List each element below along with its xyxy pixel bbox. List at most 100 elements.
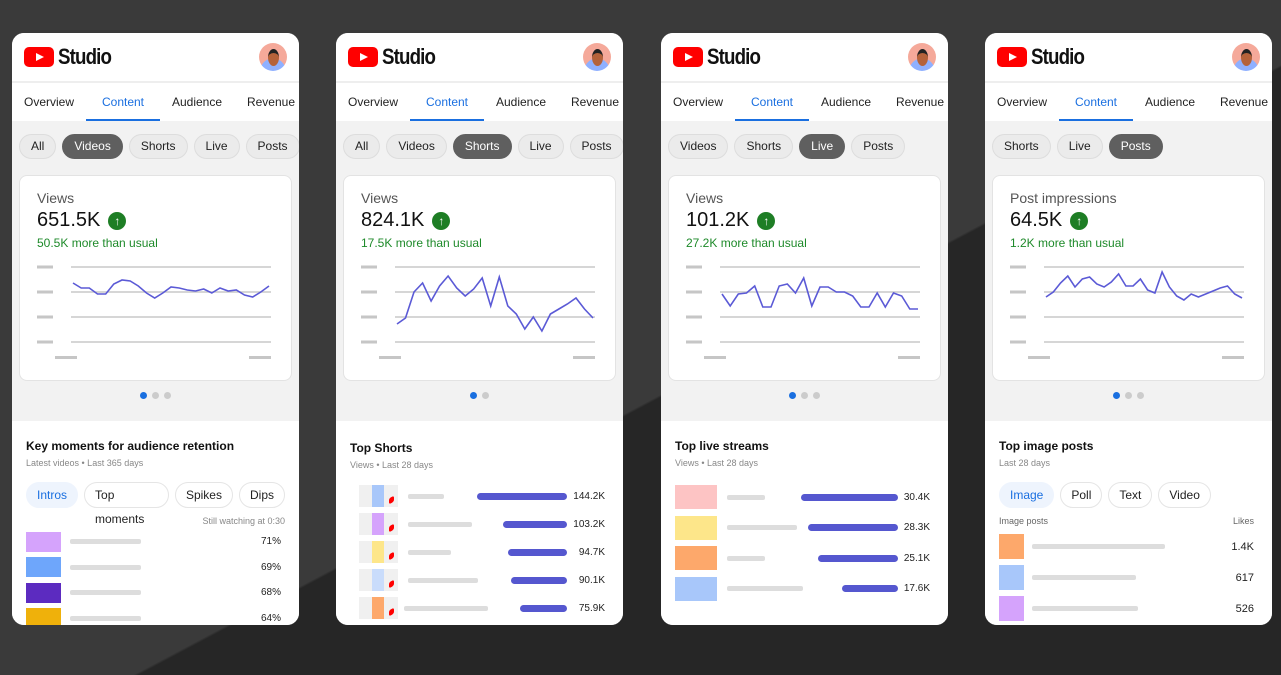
views-value: 17.6K bbox=[903, 583, 930, 595]
page-dot[interactable] bbox=[470, 392, 477, 399]
title-placeholder bbox=[727, 555, 765, 561]
title-placeholder bbox=[408, 577, 478, 583]
tab-overview[interactable]: Overview bbox=[336, 83, 410, 121]
views-bar bbox=[502, 520, 567, 528]
chip-live[interactable]: Live bbox=[193, 134, 240, 159]
page-dot[interactable] bbox=[1113, 392, 1120, 399]
list-item[interactable]: 90.1K bbox=[350, 566, 609, 594]
list-item[interactable]: 103.2K bbox=[350, 510, 609, 538]
page-dot[interactable] bbox=[164, 392, 171, 399]
page-dot[interactable] bbox=[813, 392, 820, 399]
filter-chip-video[interactable]: Video bbox=[1158, 482, 1211, 508]
page-dot[interactable] bbox=[152, 392, 159, 399]
chip-videos[interactable]: Videos bbox=[668, 134, 729, 159]
youtube-studio-logo[interactable]: Studio bbox=[673, 44, 769, 70]
metric-card[interactable]: Views 101.2K ↑ 27.2K more than usual bbox=[668, 175, 941, 381]
page-dot[interactable] bbox=[789, 392, 796, 399]
list-item[interactable]: 144.2K bbox=[350, 482, 609, 510]
filter-chip-spikes[interactable]: Spikes bbox=[174, 482, 233, 508]
chip-posts[interactable]: Posts bbox=[569, 134, 623, 159]
list-item[interactable]: 71% bbox=[26, 529, 285, 555]
chip-shorts[interactable]: Shorts bbox=[452, 134, 512, 159]
chip-videos[interactable]: Videos bbox=[386, 134, 447, 159]
metric-value-row: 101.2K ↑ bbox=[686, 209, 923, 232]
chip-posts[interactable]: Posts bbox=[245, 134, 299, 159]
list-item[interactable]: 25.1K bbox=[675, 543, 934, 574]
shorts-icon bbox=[389, 607, 394, 617]
chip-posts[interactable]: Posts bbox=[1108, 134, 1163, 159]
tab-content[interactable]: Content bbox=[86, 83, 160, 121]
tab-overview[interactable]: Overview bbox=[661, 83, 735, 121]
filter-chip-top-moments[interactable]: Top moments bbox=[84, 482, 169, 526]
tab-audience[interactable]: Audience bbox=[809, 83, 883, 121]
metric-delta: 50.5K more than usual bbox=[37, 236, 158, 250]
page-dot[interactable] bbox=[1125, 392, 1132, 399]
list-item[interactable]: 64% bbox=[26, 606, 285, 625]
chip-live[interactable]: Live bbox=[517, 134, 564, 159]
metric-card[interactable]: Views 824.1K ↑ 17.5K more than usual bbox=[343, 175, 616, 381]
x-tick-placeholder bbox=[1028, 356, 1050, 359]
short-thumbnail bbox=[359, 485, 398, 507]
tab-audience[interactable]: Audience bbox=[1133, 83, 1207, 121]
chip-shorts[interactable]: Shorts bbox=[992, 134, 1051, 159]
tab-content[interactable]: Content bbox=[735, 83, 809, 121]
tab-revenue[interactable]: Revenue bbox=[234, 83, 299, 121]
filter-chip-image[interactable]: Image bbox=[999, 482, 1055, 508]
tab-overview[interactable]: Overview bbox=[12, 83, 86, 121]
filter-chip-dips[interactable]: Dips bbox=[238, 482, 285, 508]
list-item[interactable]: 17.6K bbox=[675, 574, 934, 605]
avatar[interactable] bbox=[908, 43, 936, 71]
tab-content[interactable]: Content bbox=[410, 83, 484, 121]
logo-text: Studio bbox=[58, 44, 112, 69]
chip-shorts[interactable]: Shorts bbox=[128, 134, 188, 159]
chip-shorts[interactable]: Shorts bbox=[734, 134, 794, 159]
youtube-studio-logo[interactable]: Studio bbox=[348, 44, 444, 70]
filter-chip-intros[interactable]: Intros bbox=[26, 482, 79, 508]
list-item[interactable]: 68% bbox=[26, 580, 285, 606]
tab-revenue[interactable]: Revenue bbox=[1207, 83, 1272, 121]
chip-live[interactable]: Live bbox=[1056, 134, 1103, 159]
x-tick-placeholder bbox=[898, 356, 920, 359]
shorts-icon bbox=[389, 495, 394, 505]
tab-revenue[interactable]: Revenue bbox=[558, 83, 623, 121]
stream-thumbnail bbox=[675, 485, 717, 510]
chip-all[interactable]: All bbox=[343, 134, 381, 159]
list-item[interactable]: 75.9K bbox=[350, 594, 609, 622]
chip-all[interactable]: All bbox=[19, 134, 57, 159]
avatar[interactable] bbox=[1232, 43, 1260, 71]
tab-overview[interactable]: Overview bbox=[985, 83, 1059, 121]
list-item[interactable]: 94.7K bbox=[350, 538, 609, 566]
chip-live[interactable]: Live bbox=[799, 134, 846, 159]
tab-revenue[interactable]: Revenue bbox=[883, 83, 948, 121]
avatar[interactable] bbox=[583, 43, 611, 71]
thumbnail-color bbox=[372, 569, 384, 591]
metric-title: Views bbox=[37, 190, 75, 206]
chip-posts[interactable]: Posts bbox=[851, 134, 906, 159]
youtube-studio-logo[interactable]: Studio bbox=[997, 44, 1093, 70]
youtube-studio-logo[interactable]: Studio bbox=[24, 44, 120, 70]
list-item[interactable]: 1.4K bbox=[999, 531, 1258, 562]
metric-card[interactable]: Views 651.5K ↑ 50.5K more than usual bbox=[19, 175, 292, 381]
list-item[interactable]: 28.3K bbox=[675, 513, 934, 544]
metric-card[interactable]: Post impressions 64.5K ↑ 1.2K more than usu… bbox=[992, 175, 1265, 381]
list-item[interactable]: 526 bbox=[999, 593, 1258, 624]
avatar[interactable] bbox=[259, 43, 287, 71]
list-item[interactable]: 30.4K bbox=[675, 482, 934, 513]
list-item[interactable]: 617 bbox=[999, 562, 1258, 593]
views-bar bbox=[507, 548, 567, 556]
page-dot[interactable] bbox=[1137, 392, 1144, 399]
page-dot[interactable] bbox=[482, 392, 489, 399]
x-tick-placeholder bbox=[704, 356, 726, 359]
tab-audience[interactable]: Audience bbox=[484, 83, 558, 121]
section-title: Key moments for audience retention bbox=[26, 439, 235, 453]
page-dot[interactable] bbox=[140, 392, 147, 399]
chip-videos[interactable]: Videos bbox=[62, 134, 123, 159]
content-type-chips: Videos Shorts Live Posts bbox=[661, 121, 948, 159]
phone-screen: Studio Overview Content Audience Revenue Vide… bbox=[661, 33, 948, 625]
tab-content[interactable]: Content bbox=[1059, 83, 1133, 121]
filter-chip-poll[interactable]: Poll bbox=[1060, 482, 1103, 508]
filter-chip-text[interactable]: Text bbox=[1108, 482, 1153, 508]
list-item[interactable]: 69% bbox=[26, 555, 285, 581]
tab-audience[interactable]: Audience bbox=[160, 83, 234, 121]
page-dot[interactable] bbox=[801, 392, 808, 399]
